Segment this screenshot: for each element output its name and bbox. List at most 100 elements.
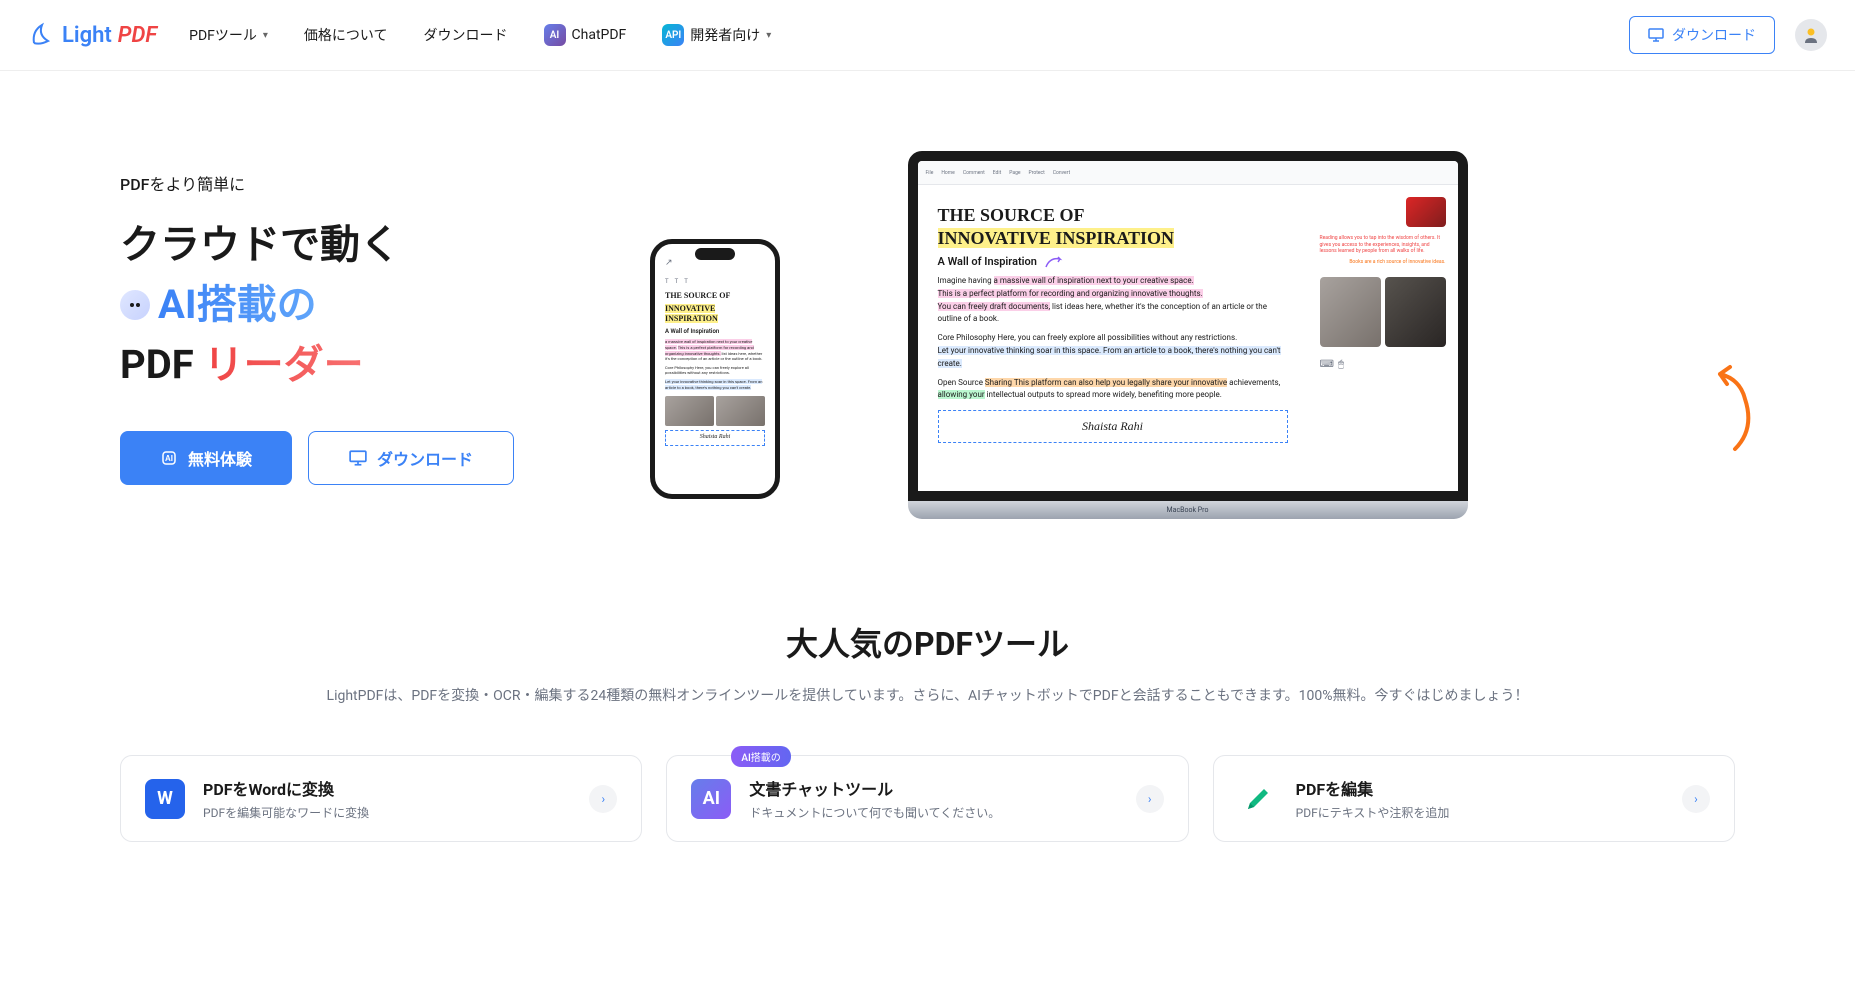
- toolbar-item: Page: [1009, 170, 1020, 176]
- title-line-3: PDF リーダー: [120, 335, 600, 395]
- arrow-icon: ↗: [665, 258, 673, 270]
- toolbar-item: Comment: [963, 170, 985, 176]
- nav-label: 開発者向け: [690, 25, 760, 45]
- arrow-right-icon: ›: [589, 785, 617, 813]
- title-reader: リーダー: [204, 341, 364, 388]
- doc-body-phone: a massive wall of inspiration next to yo…: [665, 339, 765, 390]
- tool-title: PDFを編集: [1296, 776, 1664, 800]
- phone-tools: T T T: [665, 278, 765, 286]
- arrow-right-icon: ›: [1136, 785, 1164, 813]
- toolbar-item: Edit: [993, 170, 1001, 176]
- signature-box: Shaista Rahi: [938, 410, 1288, 443]
- logo-text-pdf: PDF: [118, 23, 157, 48]
- nav-label: ダウンロード: [424, 25, 508, 45]
- hero-title: クラウドで動く AI搭載の PDF リーダー: [120, 215, 600, 395]
- arrow-doodle-icon: [1044, 255, 1064, 269]
- main-nav: PDFツール ▾ 価格について ダウンロード AI ChatPDF API 開発…: [189, 24, 771, 46]
- cta-label: 無料体験: [188, 446, 252, 470]
- tool-card-chat[interactable]: AI搭載の AI 文書チャットツール ドキュメントについて何でも聞いてください。…: [666, 755, 1188, 842]
- laptop-content: THE SOURCE OF INNOVATIVE INSPIRATION A W…: [918, 185, 1458, 501]
- ai-sparkle-icon: AI: [160, 449, 178, 467]
- nav-chatpdf[interactable]: AI ChatPDF: [544, 24, 627, 46]
- strike-icon: T: [684, 278, 688, 286]
- nav-pricing[interactable]: 価格について: [304, 25, 388, 45]
- title-line-ai: AI搭載の: [120, 275, 600, 335]
- ai-robot-icon: [120, 290, 150, 320]
- ai-badge: AI搭載の: [731, 746, 790, 767]
- doc-highlight: INNOVATIVE INSPIRATION: [665, 304, 718, 323]
- hero-section: PDFをより簡単に クラウドで動く AI搭載の PDF リーダー AI 無料体験: [0, 71, 1855, 559]
- image-placeholder: [716, 396, 765, 426]
- ai-badge-icon: AI: [544, 24, 566, 46]
- title-pdf: PDF: [120, 341, 194, 388]
- tool-subtitle: PDFを編集可能なワードに変換: [203, 804, 571, 821]
- nav-label: ChatPDF: [572, 27, 627, 43]
- tool-card-pdf-to-word[interactable]: W PDFをWordに変換 PDFを編集可能なワードに変換 ›: [120, 755, 642, 842]
- sidebar-note: Books are a rich source of innovative id…: [1320, 259, 1446, 265]
- edit-icon: [1238, 779, 1278, 819]
- download-label: ダウンロード: [1672, 25, 1756, 45]
- nav-label: 価格について: [304, 25, 388, 45]
- laptop-screen: File Home Comment Edit Page Protect Conv…: [908, 151, 1468, 501]
- download-button-hero[interactable]: ダウンロード: [308, 431, 514, 485]
- avatar-icon: [1801, 25, 1821, 45]
- nav-pdf-tools[interactable]: PDFツール ▾: [189, 25, 268, 45]
- tool-subtitle: PDFにテキストや注釈を追加: [1296, 804, 1664, 821]
- underline-icon: T: [675, 278, 679, 286]
- toolbar-item: Protect: [1029, 170, 1045, 176]
- laptop-mockup: File Home Comment Edit Page Protect Conv…: [908, 151, 1468, 519]
- laptop-base: MacBook Pro: [908, 501, 1468, 519]
- tool-card-edit[interactable]: PDFを編集 PDFにテキストや注釈を追加 ›: [1213, 755, 1735, 842]
- doc-body: Imagine having a massive wall of inspira…: [938, 275, 1288, 402]
- tool-info: PDFをWordに変換 PDFを編集可能なワードに変換: [203, 776, 571, 821]
- chevron-down-icon: ▾: [263, 30, 268, 41]
- api-badge-icon: API: [662, 24, 684, 46]
- phone-frame: ↗ T T T THE SOURCE OF INNOVATIVE INSPIRA…: [650, 239, 780, 499]
- logo[interactable]: LightPDF: [28, 21, 157, 49]
- svg-text:AI: AI: [165, 454, 173, 463]
- toolbar-item: File: [926, 170, 934, 176]
- monitor-icon: [349, 449, 367, 467]
- image-placeholder: [1320, 277, 1381, 347]
- user-avatar[interactable]: [1795, 19, 1827, 51]
- text-icon: T: [665, 278, 669, 286]
- hero-subtitle: PDFをより簡単に: [120, 171, 600, 195]
- laptop-doc: THE SOURCE OF INNOVATIVE INSPIRATION A W…: [918, 185, 1308, 501]
- nav-label: PDFツール: [189, 25, 257, 45]
- tool-info: 文書チャットツール ドキュメントについて何でも聞いてください。: [749, 776, 1117, 821]
- cta-label: ダウンロード: [377, 446, 473, 470]
- arrow-right-icon: ›: [1682, 785, 1710, 813]
- toolbar-item: Home: [941, 170, 954, 176]
- header-right: ダウンロード: [1629, 16, 1827, 54]
- doc-title: THE SOURCE OF: [938, 205, 1288, 226]
- download-button-header[interactable]: ダウンロード: [1629, 16, 1775, 54]
- sidebar-icons: ⌨ 🖱: [1320, 359, 1446, 370]
- image-placeholder: [1385, 277, 1446, 347]
- free-trial-button[interactable]: AI 無料体験: [120, 431, 292, 485]
- tools-section: 大人気のPDFツール LightPDFは、PDFを変換・OCR・編集する24種類…: [0, 559, 1855, 902]
- phone-mockup: ↗ T T T THE SOURCE OF INNOVATIVE INSPIRA…: [650, 239, 780, 499]
- toolbar-item: Convert: [1053, 170, 1070, 176]
- phone-notch: [695, 248, 735, 260]
- main-header: LightPDF PDFツール ▾ 価格について ダウンロード AI ChatP…: [0, 0, 1855, 71]
- logo-text-light: Light: [62, 23, 112, 48]
- tool-subtitle: ドキュメントについて何でも聞いてください。: [749, 804, 1117, 821]
- laptop-toolbar: File Home Comment Edit Page Protect Conv…: [918, 161, 1458, 185]
- mouse-icon: 🖱: [1338, 359, 1344, 370]
- image-placeholder: [665, 396, 714, 426]
- doc-subtitle: A Wall of Inspiration: [665, 328, 765, 336]
- doc-subtitle: A Wall of Inspiration: [938, 255, 1288, 269]
- tool-info: PDFを編集 PDFにテキストや注釈を追加: [1296, 776, 1664, 821]
- hero-text: PDFをより簡単に クラウドで動く AI搭載の PDF リーダー AI 無料体験: [120, 151, 600, 519]
- title-line-1: クラウドで動く: [120, 215, 600, 275]
- phone-doc: ↗ T T T THE SOURCE OF INNOVATIVE INSPIRA…: [655, 244, 775, 454]
- keyboard-icon: ⌨: [1320, 359, 1334, 370]
- laptop-sidebar: Reading allows you to tap into the wisdo…: [1308, 185, 1458, 501]
- nav-download[interactable]: ダウンロード: [424, 25, 508, 45]
- ai-chat-icon: AI: [691, 779, 731, 819]
- thumbnail-icon: [1406, 197, 1446, 227]
- hero-cta: AI 無料体験 ダウンロード: [120, 431, 600, 485]
- sidebar-note: Reading allows you to tap into the wisdo…: [1320, 235, 1446, 255]
- nav-developer[interactable]: API 開発者向け ▾: [662, 24, 771, 46]
- doc-highlight: INNOVATIVE INSPIRATION: [938, 228, 1175, 248]
